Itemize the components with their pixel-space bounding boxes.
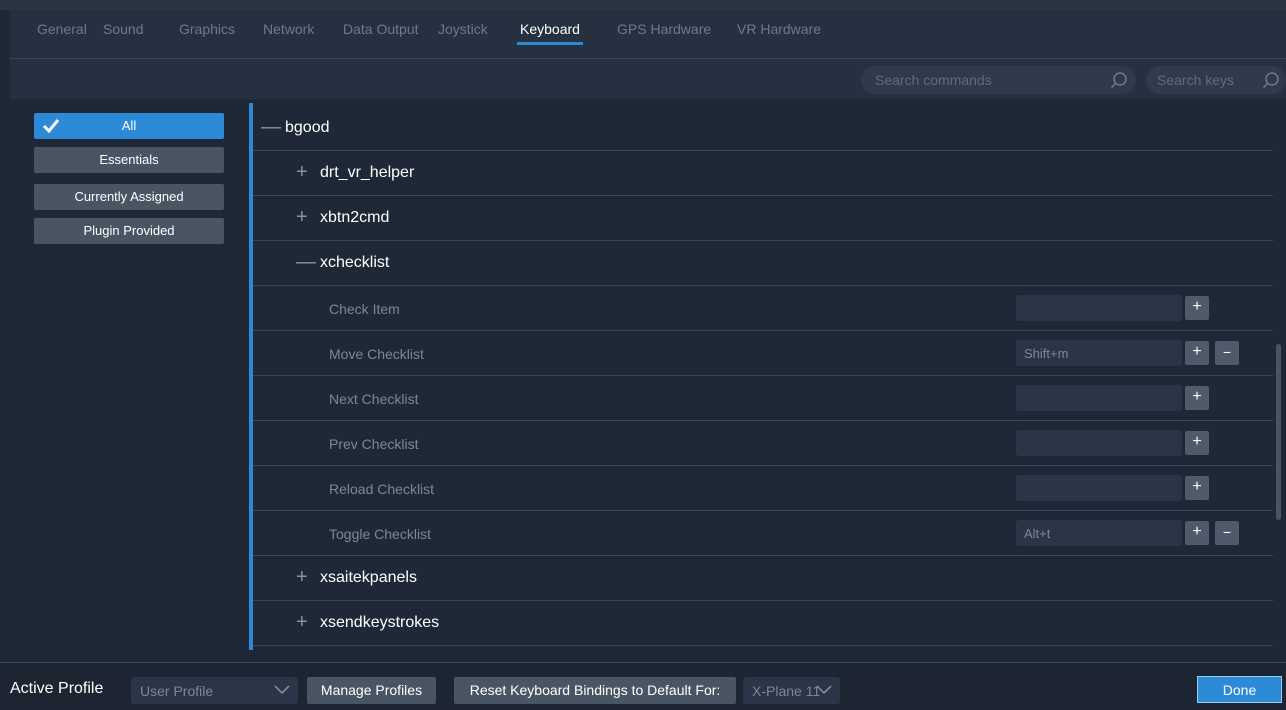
tree-group-label: xsaitekpanels [320, 569, 417, 586]
chevron-down-icon [816, 685, 832, 695]
key-binding-value: Alt+t [1024, 526, 1051, 541]
tab-gps-hardware[interactable]: GPS Hardware [617, 21, 711, 37]
command-row-prev-checklist[interactable]: Prev Checklist + [253, 421, 1273, 466]
scrollbar-thumb[interactable] [1276, 344, 1281, 520]
reset-bindings-button[interactable]: Reset Keyboard Bindings to Default For: [454, 677, 736, 704]
window-top-frame [0, 0, 1286, 10]
expand-icon[interactable]: + [296, 162, 308, 182]
tab-keyboard[interactable]: Keyboard [517, 21, 583, 45]
search-commands-placeholder: Search commands [875, 72, 992, 88]
key-binding-field[interactable]: Shift+m [1016, 340, 1182, 366]
filter-essentials-button[interactable]: Essentials [34, 147, 224, 173]
key-binding-value: Shift+m [1024, 346, 1069, 361]
checkmark-icon [42, 119, 60, 134]
command-row-move-checklist[interactable]: Move Checklist Shift+m + − [253, 331, 1273, 376]
key-binding-field[interactable] [1016, 295, 1182, 321]
filter-all-button[interactable]: All [34, 113, 224, 139]
tab-network[interactable]: Network [263, 21, 314, 37]
filter-all-label: All [121, 118, 137, 133]
collapse-icon[interactable]: — [296, 252, 316, 272]
expand-icon[interactable]: + [296, 207, 308, 227]
add-binding-button[interactable]: + [1185, 476, 1209, 500]
tab-vr-hardware[interactable]: VR Hardware [737, 21, 821, 37]
expand-icon[interactable]: + [296, 612, 308, 632]
filter-plugin-provided-label: Plugin Provided [83, 223, 175, 238]
add-binding-button[interactable]: + [1185, 341, 1209, 365]
tab-sound[interactable]: Sound [103, 21, 143, 37]
tree-group-label: bgood [285, 119, 330, 136]
tree-group-xsaitekpanels[interactable]: + xsaitekpanels [253, 556, 1273, 601]
active-profile-value: User Profile [140, 683, 214, 699]
magnifier-icon [1110, 72, 1127, 89]
filter-essentials-label: Essentials [99, 152, 159, 167]
remove-binding-button[interactable]: − [1215, 521, 1239, 545]
command-label: Check Item [329, 301, 400, 317]
search-keys-input[interactable]: Search keys [1146, 66, 1286, 94]
command-label: Prev Checklist [329, 436, 419, 452]
tree-group-label: xchecklist [320, 254, 390, 271]
active-profile-dropdown[interactable]: User Profile [131, 677, 298, 704]
tree-group-label: xbtn2cmd [320, 209, 390, 226]
tree-group-label: drt_vr_helper [320, 164, 415, 181]
key-binding-field[interactable]: Alt+t [1016, 520, 1182, 546]
command-row-next-checklist[interactable]: Next Checklist + [253, 376, 1273, 421]
manage-profiles-button[interactable]: Manage Profiles [307, 677, 436, 704]
filter-currently-assigned-button[interactable]: Currently Assigned [34, 184, 224, 210]
search-commands-input[interactable]: Search commands [861, 66, 1136, 94]
tree-group-bgood[interactable]: — bgood [253, 106, 1273, 151]
tab-data-output[interactable]: Data Output [343, 21, 419, 37]
add-binding-button[interactable]: + [1185, 431, 1209, 455]
search-keys-placeholder: Search keys [1157, 72, 1235, 88]
filter-plugin-provided-button[interactable]: Plugin Provided [34, 218, 224, 244]
reset-target-value: X-Plane 11 [752, 683, 821, 699]
key-binding-field[interactable] [1016, 430, 1182, 456]
add-binding-button[interactable]: + [1185, 296, 1209, 320]
tab-general[interactable]: General [37, 21, 87, 37]
tree-group-xsendkeystrokes[interactable]: + xsendkeystrokes [253, 601, 1273, 646]
command-row-check-item[interactable]: Check Item + [253, 286, 1273, 331]
command-label: Next Checklist [329, 391, 419, 407]
command-label: Move Checklist [329, 346, 424, 362]
chevron-down-icon [274, 685, 290, 695]
command-label: Toggle Checklist [329, 526, 431, 542]
add-binding-button[interactable]: + [1185, 521, 1209, 545]
collapse-icon[interactable]: — [261, 117, 281, 137]
key-binding-field[interactable] [1016, 385, 1182, 411]
reset-target-dropdown[interactable]: X-Plane 11 [743, 677, 840, 704]
tree-group-xbtn2cmd[interactable]: + xbtn2cmd [253, 196, 1273, 241]
command-label: Reload Checklist [329, 481, 435, 497]
expand-icon[interactable]: + [296, 567, 308, 587]
magnifier-icon [1262, 72, 1279, 89]
tree-group-xchecklist[interactable]: — xchecklist [253, 241, 1273, 286]
key-binding-field[interactable] [1016, 475, 1182, 501]
active-profile-label: Active Profile [10, 680, 104, 697]
command-row-reload-checklist[interactable]: Reload Checklist + [253, 466, 1273, 511]
tab-joystick[interactable]: Joystick [438, 21, 488, 37]
tree-group-drt-vr-helper[interactable]: + drt_vr_helper [253, 151, 1273, 196]
tab-graphics[interactable]: Graphics [179, 21, 235, 37]
remove-binding-button[interactable]: − [1215, 341, 1239, 365]
command-row-toggle-checklist[interactable]: Toggle Checklist Alt+t + − [253, 511, 1273, 556]
done-button[interactable]: Done [1197, 676, 1282, 703]
tree-group-label: xsendkeystrokes [320, 614, 440, 631]
add-binding-button[interactable]: + [1185, 386, 1209, 410]
filter-currently-assigned-label: Currently Assigned [74, 189, 184, 204]
